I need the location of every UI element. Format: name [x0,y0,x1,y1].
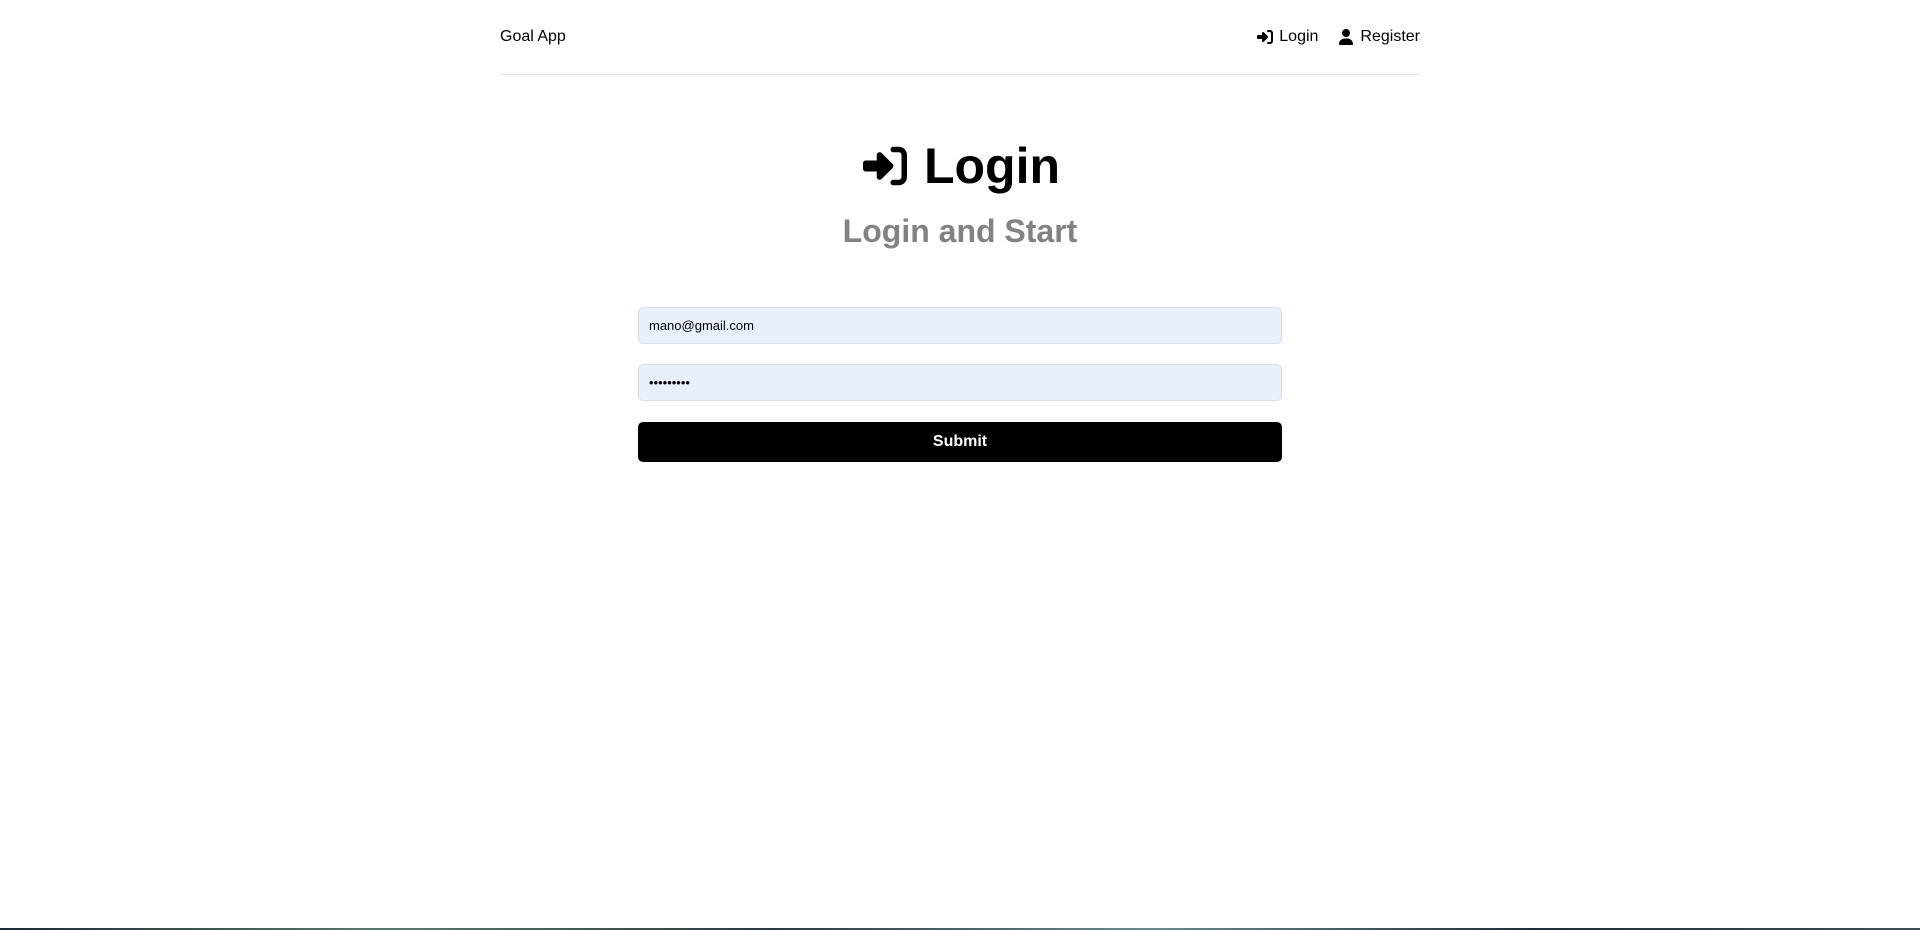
password-field-group [638,364,1282,401]
sign-in-icon [860,144,910,188]
submit-button[interactable]: Submit [638,422,1282,462]
sign-in-icon [1257,29,1274,45]
page-container: Goal App Login Register Login Login and … [500,0,1420,462]
nav-register-label: Register [1360,28,1420,45]
nav-login-label: Login [1279,28,1319,45]
page-subtitle: Login and Start [842,213,1078,249]
user-icon [1338,29,1354,45]
page-title-text: Login [923,138,1061,194]
login-heading-section: Login Login and Start [500,141,1420,247]
page-title: Login [860,141,1060,191]
nav-register-link[interactable]: Register [1338,28,1420,46]
app-header: Goal App Login Register [500,0,1420,75]
header-nav: Login Register [1257,28,1420,46]
nav-login-link[interactable]: Login [1257,28,1318,46]
email-field-group [638,307,1282,344]
email-field[interactable] [638,307,1282,344]
brand-link[interactable]: Goal App [500,28,566,46]
password-field[interactable] [638,364,1282,401]
login-form: Submit [638,307,1282,462]
